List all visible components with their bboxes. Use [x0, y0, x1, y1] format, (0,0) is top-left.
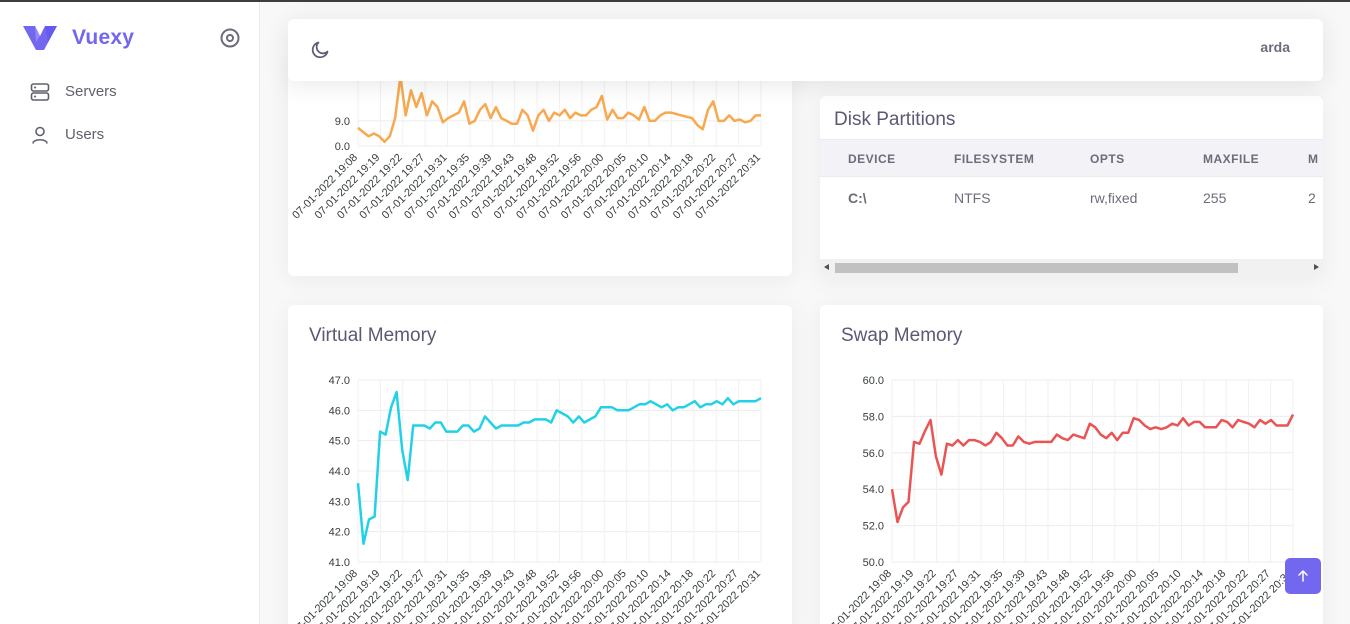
user-icon: [32, 126, 48, 144]
arrow-up-icon: [1298, 570, 1308, 582]
window-top-border: [0, 0, 1350, 2]
moon-icon[interactable]: [310, 40, 330, 60]
y-tick-label: 60.0: [863, 375, 884, 387]
card-title: Disk Partitions: [834, 109, 956, 130]
virtual-memory-chart: 41.042.043.044.045.046.047.007-01-2022 1…: [290, 375, 763, 624]
y-tick-label: 54.0: [863, 484, 884, 496]
table-row: C:\ NTFS rw,fixed 255 2: [820, 177, 1323, 219]
y-tick-label: 0.0: [335, 141, 350, 153]
sidebar-nav: Servers Users: [0, 70, 260, 156]
circle-toggle-icon[interactable]: [219, 27, 241, 49]
y-tick-label: 41.0: [329, 557, 350, 569]
y-tick-label: 52.0: [863, 521, 884, 533]
table-cell: rw,fixed: [1090, 190, 1138, 206]
brand[interactable]: Vuexy: [22, 22, 134, 54]
top-navbar: arda: [288, 19, 1323, 81]
y-tick-label: 56.0: [863, 448, 884, 460]
column-header[interactable]: MAXFILE: [1203, 152, 1259, 166]
y-tick-label: 58.0: [863, 411, 884, 423]
table-cell: C:\: [848, 190, 867, 206]
y-tick-label: 47.0: [329, 375, 350, 387]
cpu-usage-card: 0.0 9.0 07-01-2022 19:08 07-01-2022 19:19 07…: [288, 60, 792, 276]
table-cell: NTFS: [954, 190, 991, 206]
scroll-right-icon[interactable]: [1314, 264, 1319, 270]
table-header: DEVICE FILESYSTEM OPTS MAXFILE M: [820, 139, 1323, 177]
brand-name: Vuexy: [72, 26, 135, 49]
cpu-usage-chart: 0.09.007-01-2022 19:0807-01-2022 19:1907…: [290, 68, 763, 222]
virtual-memory-card: Virtual Memory 41.0 42.0 43.0 44.0 45.0 46.0 4…: [288, 305, 792, 624]
y-tick-label: 42.0: [329, 527, 350, 539]
table-cell: 255: [1203, 190, 1227, 206]
sidebar: Vuexy Servers Users: [0, 0, 260, 624]
scrollbar-thumb[interactable]: [835, 263, 1238, 273]
table-cell: 2: [1308, 190, 1316, 206]
disk-partitions-table: DEVICE FILESYSTEM OPTS MAXFILE M C:\ NTF…: [820, 139, 1323, 219]
horizontal-scrollbar[interactable]: [820, 259, 1323, 276]
sidebar-item-servers[interactable]: Servers: [0, 70, 260, 113]
server-icon: [30, 82, 50, 101]
column-header[interactable]: OPTS: [1090, 152, 1125, 166]
y-tick-label: 43.0: [329, 496, 350, 508]
sidebar-item-label: Servers: [65, 83, 117, 100]
scroll-to-top-button[interactable]: [1285, 558, 1321, 594]
column-header[interactable]: DEVICE: [848, 152, 896, 166]
swap-memory-chart: 50.052.054.056.058.060.007-01-2022 19:08…: [824, 375, 1295, 624]
vuexy-logo-icon: [23, 26, 57, 50]
y-tick-label: 50.0: [863, 557, 884, 569]
y-tick-label: 46.0: [329, 405, 350, 417]
disk-partitions-card: Disk Partitions DEVICE FILESYSTEM OPTS M…: [820, 96, 1323, 276]
y-tick-label: 45.0: [329, 436, 350, 448]
column-header[interactable]: M: [1308, 152, 1319, 166]
user-name[interactable]: arda: [1260, 39, 1290, 55]
scroll-left-icon[interactable]: [824, 264, 829, 270]
sidebar-item-users[interactable]: Users: [0, 113, 260, 156]
y-tick-label: 9.0: [335, 116, 350, 128]
swap-memory-card: Swap Memory 50.0 52.0 54.0 56.0 58.0 60.0 07-0…: [820, 305, 1323, 624]
column-header[interactable]: FILESYSTEM: [954, 152, 1034, 166]
y-tick-label: 44.0: [329, 466, 350, 478]
sidebar-item-label: Users: [65, 126, 105, 143]
